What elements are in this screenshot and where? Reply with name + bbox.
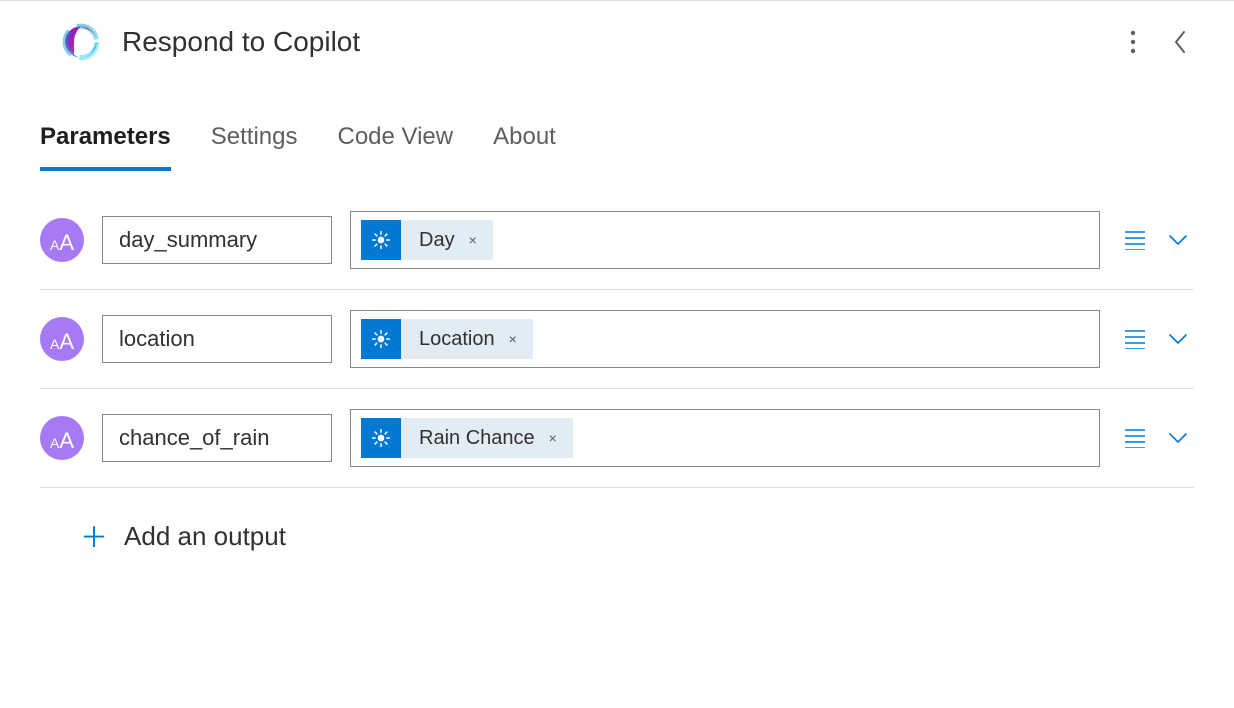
dynamic-token[interactable]: Day × [361,220,493,260]
token-remove-button[interactable]: × [465,232,481,248]
text-type-icon: AA [40,416,84,460]
list-icon [1124,329,1146,349]
parameter-row: AA [40,389,1194,488]
dynamic-token[interactable]: Location × [361,319,533,359]
weather-icon [361,220,401,260]
parameter-name-input[interactable] [102,414,332,462]
header-actions [1124,23,1194,61]
row-actions [1118,422,1194,454]
plus-icon: ＋ [80,516,108,556]
add-output-label: Add an output [124,521,286,552]
chevron-down-icon [1168,333,1188,345]
row-expand-button[interactable] [1162,228,1194,252]
parameter-name-input[interactable] [102,315,332,363]
token-label: Location [401,328,505,351]
tab-code-view[interactable]: Code View [337,123,453,171]
text-type-icon: AA [40,218,84,262]
vertical-dots-icon [1130,30,1136,54]
chevron-left-icon [1172,29,1188,55]
token-label: Day [401,229,465,252]
copilot-logo-icon [60,21,102,63]
respond-to-copilot-panel: Respond to Copilot Parameters Settings C… [0,0,1234,708]
parameter-value-input[interactable]: Location × [350,310,1100,368]
tab-parameters[interactable]: Parameters [40,123,171,171]
parameter-value-input[interactable]: Day × [350,211,1100,269]
row-menu-button[interactable] [1118,422,1152,454]
parameter-name-input[interactable] [102,216,332,264]
parameters-list: AA [0,171,1234,556]
token-remove-button[interactable]: × [545,430,561,446]
list-icon [1124,230,1146,250]
weather-icon [361,418,401,458]
chevron-down-icon [1168,234,1188,246]
tab-about[interactable]: About [493,123,556,171]
text-type-icon: AA [40,317,84,361]
add-output-button[interactable]: ＋ Add an output [40,488,1194,556]
chevron-down-icon [1168,432,1188,444]
row-menu-button[interactable] [1118,224,1152,256]
parameter-value-input[interactable]: Rain Chance × [350,409,1100,467]
row-actions [1118,323,1194,355]
token-remove-button[interactable]: × [505,331,521,347]
tab-settings[interactable]: Settings [211,123,298,171]
panel-header: Respond to Copilot [0,1,1234,83]
weather-icon [361,319,401,359]
list-icon [1124,428,1146,448]
row-menu-button[interactable] [1118,323,1152,355]
row-actions [1118,224,1194,256]
more-options-button[interactable] [1124,24,1142,60]
token-label: Rain Chance [401,427,545,450]
row-expand-button[interactable] [1162,426,1194,450]
parameter-row: AA [40,191,1194,290]
parameter-row: AA [40,290,1194,389]
panel-title: Respond to Copilot [122,26,1124,58]
collapse-button[interactable] [1166,23,1194,61]
row-expand-button[interactable] [1162,327,1194,351]
tabs: Parameters Settings Code View About [0,83,1234,171]
dynamic-token[interactable]: Rain Chance × [361,418,573,458]
